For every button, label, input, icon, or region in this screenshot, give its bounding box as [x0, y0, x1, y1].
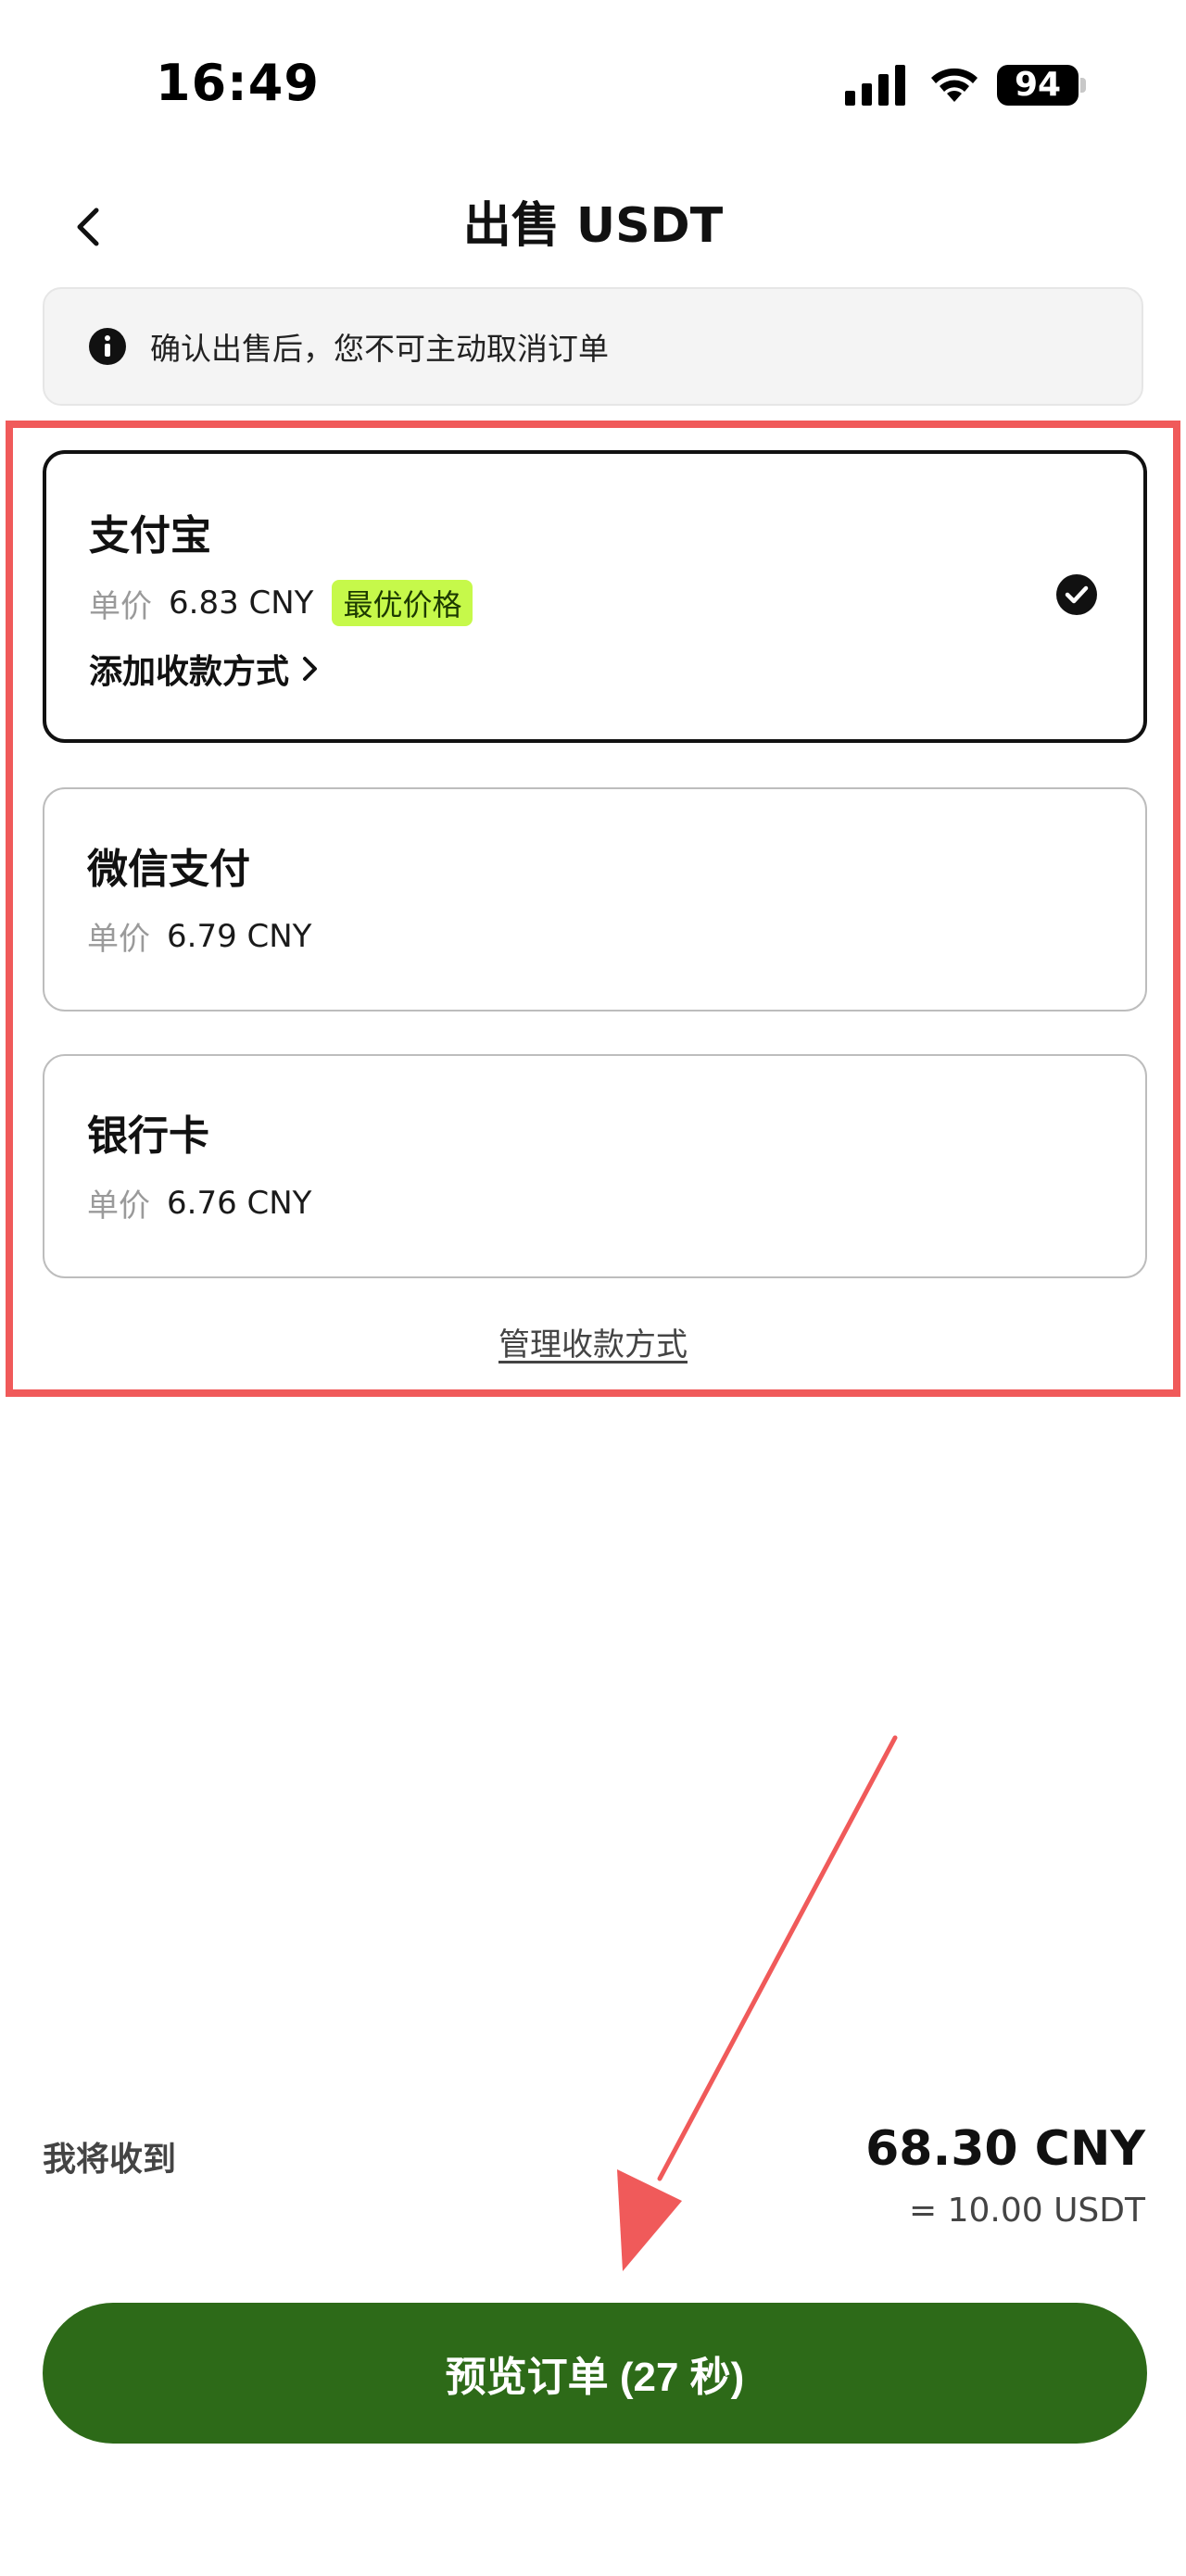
notice-banner: 确认出售后，您不可主动取消订单	[43, 287, 1143, 406]
receive-label: 我将收到	[43, 2141, 177, 2179]
preview-order-button[interactable]: 预览订单 (27 秒)	[43, 2303, 1147, 2444]
wifi-icon	[931, 68, 978, 102]
status-bar: 16:49 94	[0, 0, 1186, 176]
receive-usdt-equivalent: = 10.00 USDT	[908, 2192, 1145, 2230]
status-time: 16:49	[156, 54, 320, 112]
signal-icon	[845, 65, 905, 106]
battery-icon: 94	[997, 65, 1079, 106]
info-icon	[89, 328, 126, 365]
annotation-highlight-box	[6, 421, 1180, 1397]
page-title: 出售 USDT	[462, 198, 724, 254]
battery-tip	[1080, 78, 1086, 93]
notice-text: 确认出售后，您不可主动取消订单	[150, 331, 609, 367]
receive-amount: 68.30 CNY	[865, 2121, 1145, 2177]
